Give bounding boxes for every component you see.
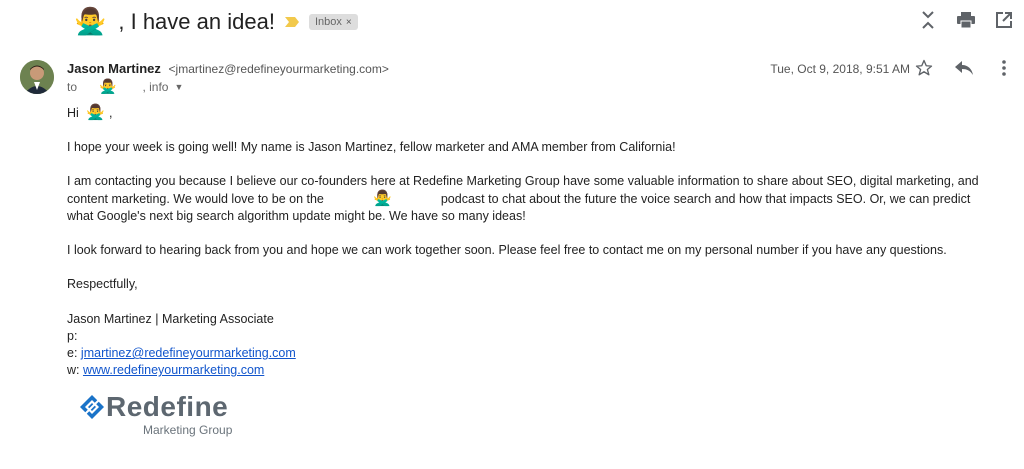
signature: Jason Martinez | Marketing Associate p: … (67, 311, 296, 379)
signature-email-link[interactable]: jmartinez@redefineyourmarketing.com (81, 346, 296, 360)
inbox-label-chip[interactable]: Inbox × (308, 14, 358, 30)
message-actions (914, 58, 1014, 78)
signature-name: Jason Martinez | Marketing Associate (67, 312, 274, 326)
message-body: Hi 🙅‍♂️, I hope your week is going well!… (67, 104, 997, 310)
sender-row: Jason Martinez <jmartinez@redefineyourma… (67, 61, 389, 76)
podcast-emoji: 🙅‍♂️ (373, 189, 392, 207)
subject-row: 🙅‍♂️ , I have an idea! Inbox × (74, 4, 358, 40)
greeting-prefix: Hi (67, 106, 79, 120)
web-label: w: (67, 363, 80, 377)
greeting-suffix: , (108, 106, 113, 120)
recipient-emoji: 🙅‍♂️ (99, 79, 117, 95)
paragraph-2: I am contacting you because I believe ou… (67, 173, 997, 225)
sender-email: <jmartinez@redefineyourmarketing.com> (168, 62, 389, 76)
paragraph-3: I look forward to hearing back from you … (67, 243, 947, 257)
important-marker-icon[interactable] (284, 17, 299, 27)
inbox-label-text: Inbox (314, 16, 342, 28)
print-icon[interactable] (956, 10, 976, 30)
thread-toolbar (918, 10, 1014, 30)
greeting: Hi 🙅‍♂️, (67, 104, 997, 122)
signature-web-link[interactable]: www.redefineyourmarketing.com (83, 363, 264, 377)
reply-icon[interactable] (954, 58, 974, 78)
star-icon[interactable] (914, 58, 934, 78)
recipients-row: to 🙅‍♂️ , info ▼ (67, 79, 183, 95)
subject-emoji: 🙅‍♂️ (74, 7, 107, 37)
closing: Respectfully, (67, 277, 138, 291)
greeting-emoji: 🙅‍♂️ (86, 103, 105, 121)
remove-label-icon[interactable]: × (346, 17, 352, 28)
recipient-info: , info (142, 80, 169, 94)
signature-phone: p: (67, 329, 78, 343)
message-date: Tue, Oct 9, 2018, 9:51 AM (770, 62, 910, 76)
to-prefix: to (67, 80, 78, 94)
more-vert-icon[interactable] (994, 58, 1014, 78)
show-details-icon[interactable]: ▼ (174, 82, 183, 92)
collapse-all-icon[interactable] (918, 10, 938, 30)
redefine-logo: Redefine Marketing Group (80, 393, 232, 437)
subject-title: , I have an idea! (118, 9, 275, 34)
email-label: e: (67, 346, 78, 360)
sender-name[interactable]: Jason Martinez (67, 61, 161, 76)
logo-subtitle: Marketing Group (143, 423, 233, 437)
signature-email-row: e: jmartinez@redefineyourmarketing.com (67, 345, 296, 362)
signature-web-row: w: www.redefineyourmarketing.com (67, 362, 296, 379)
sender-avatar[interactable] (20, 60, 54, 94)
redefine-logo-mark-icon (80, 395, 104, 419)
open-new-window-icon[interactable] (994, 10, 1014, 30)
paragraph-1: I hope your week is going well! My name … (67, 140, 676, 154)
logo-wordmark: Redefine (106, 391, 229, 422)
